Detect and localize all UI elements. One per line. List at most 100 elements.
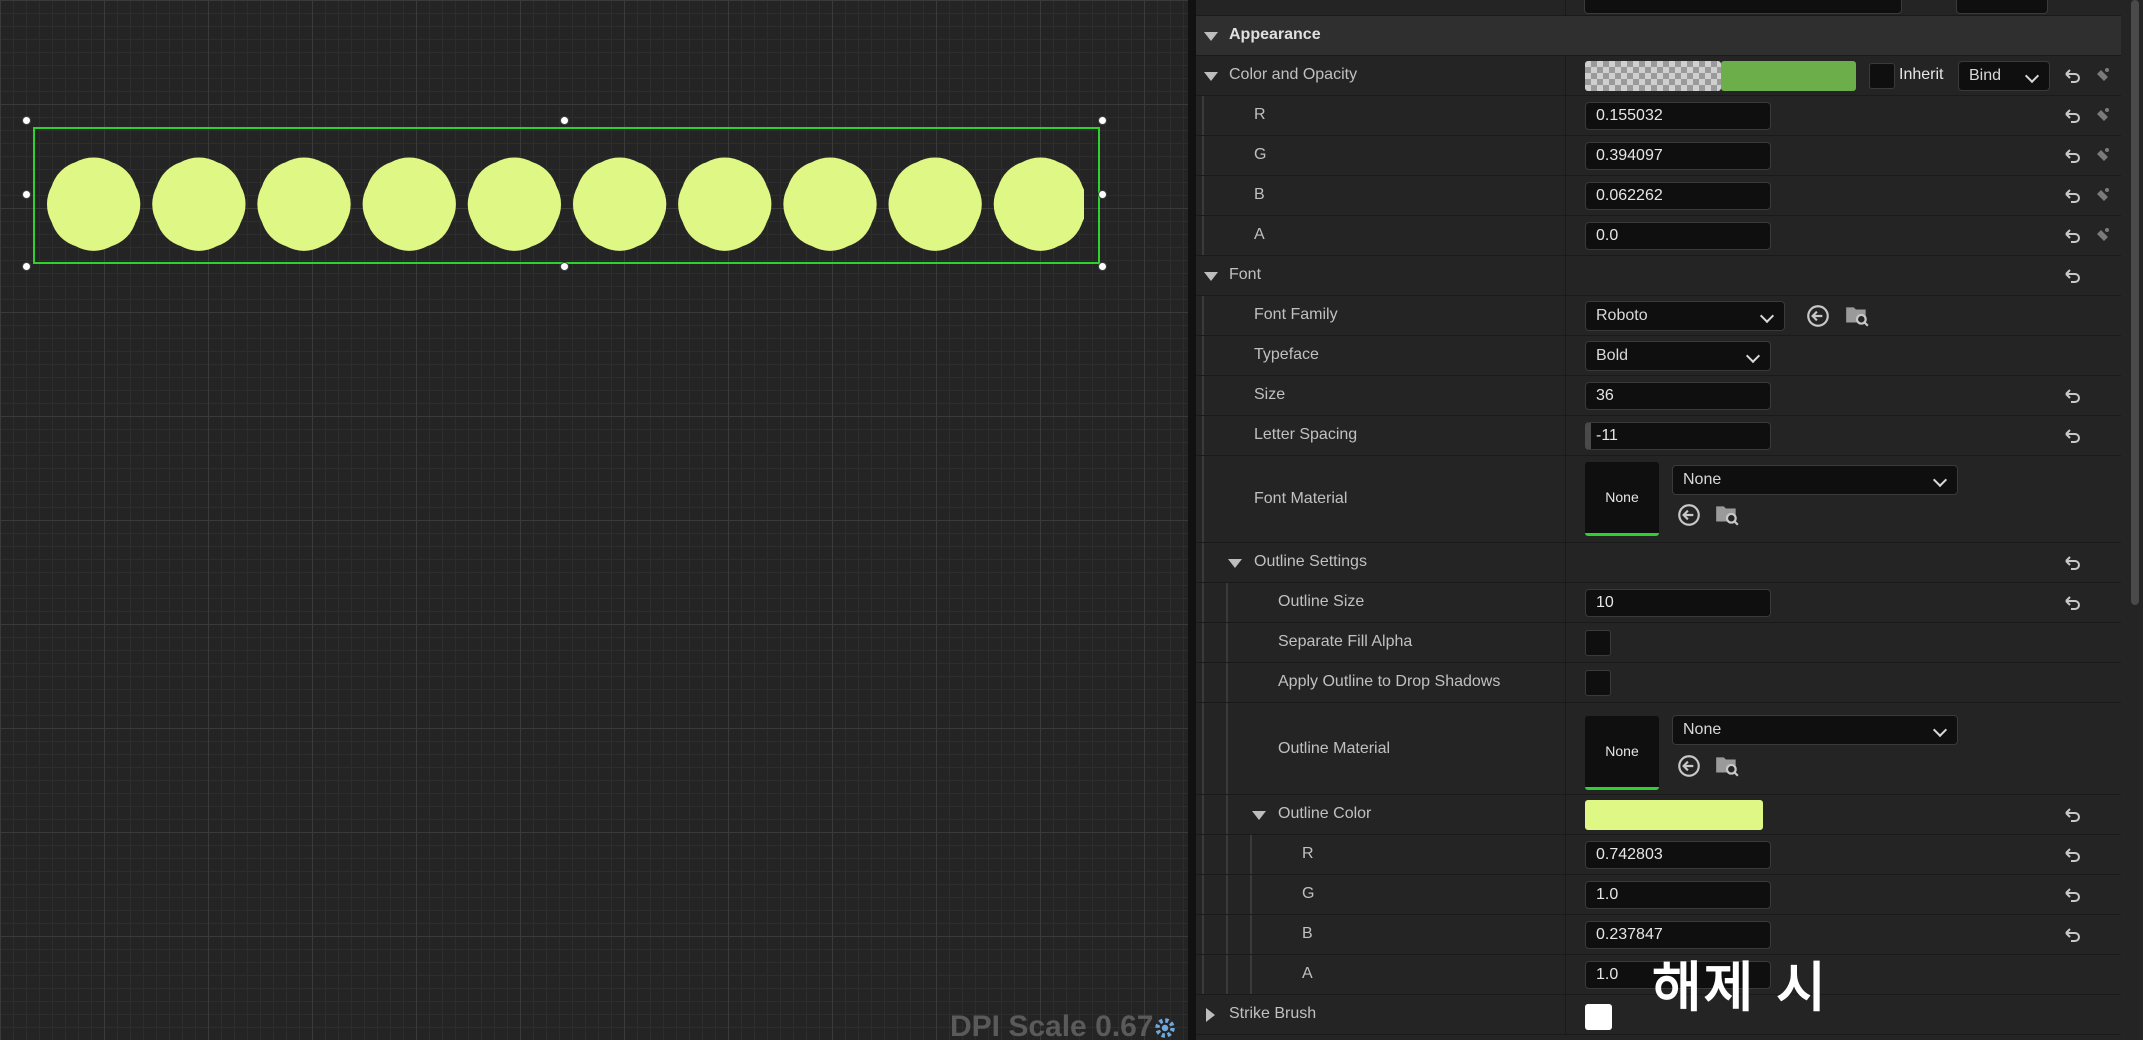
bind-dropdown[interactable]: Bind — [1958, 61, 2050, 91]
material-thumbnail[interactable]: None — [1585, 462, 1659, 536]
property-binding-icon[interactable] — [2092, 106, 2112, 126]
property-label: R — [1254, 106, 1266, 123]
designer-viewport[interactable]: ● ● ● ● ● ● ● ● ● ● ● ● DPI Scale 0.67 — [0, 0, 1188, 1040]
reset-to-default-icon[interactable] — [2062, 146, 2082, 166]
reset-to-default-icon[interactable] — [2062, 266, 2082, 286]
resize-handle-top-middle[interactable] — [560, 116, 569, 125]
property-label: Font Material — [1254, 490, 1348, 507]
use-selected-asset-icon[interactable] — [1676, 502, 1702, 528]
apply-outline-drop-shadows-checkbox[interactable] — [1585, 670, 1611, 696]
resize-handle-top-right[interactable] — [1098, 116, 1107, 125]
outline-color-g-field[interactable]: 1.0 — [1585, 881, 1771, 909]
dpi-scale-label: DPI Scale 0.67 — [950, 1010, 1154, 1040]
browse-asset-icon[interactable] — [1714, 502, 1740, 528]
property-binding-icon[interactable] — [2092, 146, 2112, 166]
details-scrollbar[interactable] — [2131, 0, 2139, 605]
chevron-down-icon — [1932, 722, 1948, 738]
separate-fill-alpha-checkbox[interactable] — [1585, 630, 1611, 656]
property-label: A — [1302, 965, 1313, 982]
collapse-arrow-icon[interactable] — [1204, 32, 1218, 41]
typeface-dropdown[interactable]: Bold — [1585, 341, 1771, 371]
use-selected-asset-icon[interactable] — [1805, 303, 1831, 329]
color-swatch[interactable] — [1721, 61, 1856, 91]
property-label: Apply Outline to Drop Shadows — [1278, 673, 1501, 690]
property-label: Color and Opacity — [1229, 66, 1358, 83]
reset-to-default-icon[interactable] — [2062, 925, 2082, 945]
property-letter-spacing: Letter Spacing -11 — [1196, 416, 2121, 456]
property-label: Letter Spacing — [1254, 426, 1358, 443]
category-label: Appearance — [1229, 26, 1321, 43]
property-binding-icon[interactable] — [2092, 66, 2112, 86]
reset-to-default-icon[interactable] — [2062, 845, 2082, 865]
clipped-field[interactable] — [1584, 0, 1902, 14]
subtitle-overlay: 해제 시 — [1652, 956, 1828, 1019]
inherit-checkbox[interactable] — [1869, 63, 1895, 89]
color-r-field[interactable]: 0.155032 — [1585, 102, 1771, 130]
property-binding-icon[interactable] — [2092, 226, 2112, 246]
property-outline-color-g: G 1.0 — [1196, 875, 2121, 915]
material-thumbnail[interactable]: None — [1585, 716, 1659, 790]
collapse-arrow-icon[interactable] — [1252, 811, 1266, 820]
property-label: B — [1254, 186, 1265, 203]
color-g-field[interactable]: 0.394097 — [1585, 142, 1771, 170]
color-b-field[interactable]: 0.062262 — [1585, 182, 1771, 210]
clipped-field-2[interactable] — [1956, 0, 2048, 14]
property-label: Font Family — [1254, 306, 1338, 323]
chevron-down-icon — [1745, 348, 1761, 364]
collapse-arrow-icon[interactable] — [1228, 559, 1242, 568]
property-apply-outline-drop-shadows: Apply Outline to Drop Shadows — [1196, 663, 2121, 703]
font-material-dropdown[interactable]: None — [1672, 465, 1958, 495]
outline-color-swatch[interactable] — [1585, 800, 1763, 830]
collapse-arrow-icon[interactable] — [1204, 272, 1218, 281]
reset-to-default-icon[interactable] — [2062, 66, 2082, 86]
gear-icon[interactable] — [1152, 1015, 1178, 1040]
letter-spacing-field[interactable]: -11 — [1585, 422, 1771, 450]
strike-brush-swatch[interactable] — [1585, 1004, 1612, 1030]
resize-handle-middle-left[interactable] — [22, 190, 31, 199]
use-selected-asset-icon[interactable] — [1676, 753, 1702, 779]
reset-to-default-icon[interactable] — [2062, 553, 2082, 573]
property-label: Outline Settings — [1254, 553, 1367, 570]
resize-handle-middle-right[interactable] — [1098, 190, 1107, 199]
property-label: Typeface — [1254, 346, 1319, 363]
resize-handle-bottom-right[interactable] — [1098, 262, 1107, 271]
font-size-field[interactable]: 36 — [1585, 382, 1771, 410]
inherit-label: Inherit — [1899, 66, 1944, 83]
font-material-value: None — [1683, 471, 1722, 488]
outline-color-r-field[interactable]: 0.742803 — [1585, 841, 1771, 869]
property-label: A — [1254, 226, 1265, 243]
property-label: Outline Material — [1278, 740, 1391, 757]
reset-to-default-icon[interactable] — [2062, 106, 2082, 126]
resize-handle-top-left[interactable] — [22, 116, 31, 125]
property-outline-material: Outline Material None None — [1196, 703, 2121, 795]
bind-label: Bind — [1969, 67, 2002, 84]
outline-material-value: None — [1683, 721, 1722, 738]
reset-to-default-icon[interactable] — [2062, 386, 2082, 406]
collapse-arrow-icon[interactable] — [1204, 72, 1218, 81]
property-binding-icon[interactable] — [2092, 186, 2112, 206]
browse-asset-icon[interactable] — [1844, 303, 1870, 329]
details-panel: Appearance Color and Opacity Inherit Bin… — [1196, 0, 2143, 1040]
category-appearance[interactable]: Appearance — [1196, 16, 2121, 56]
reset-to-default-icon[interactable] — [2062, 885, 2082, 905]
reset-to-default-icon[interactable] — [2062, 805, 2082, 825]
property-label: Font — [1229, 266, 1262, 283]
property-font-material: Font Material None None — [1196, 456, 2121, 543]
property-label: Separate Fill Alpha — [1278, 633, 1413, 650]
color-swatch-alpha[interactable] — [1585, 61, 1721, 91]
browse-asset-icon[interactable] — [1714, 753, 1740, 779]
font-family-dropdown[interactable]: Roboto — [1585, 301, 1785, 331]
outline-size-field[interactable]: 10 — [1585, 589, 1771, 617]
panel-splitter[interactable] — [1188, 0, 1196, 1040]
reset-to-default-icon[interactable] — [2062, 593, 2082, 613]
reset-to-default-icon[interactable] — [2062, 186, 2082, 206]
property-label: G — [1254, 146, 1267, 163]
property-label: Strike Brush — [1229, 1005, 1317, 1022]
outline-material-dropdown[interactable]: None — [1672, 715, 1958, 745]
color-a-field[interactable]: 0.0 — [1585, 222, 1771, 250]
resize-handle-bottom-left[interactable] — [22, 262, 31, 271]
reset-to-default-icon[interactable] — [2062, 426, 2082, 446]
expand-arrow-icon[interactable] — [1206, 1008, 1215, 1022]
resize-handle-bottom-middle[interactable] — [560, 262, 569, 271]
reset-to-default-icon[interactable] — [2062, 226, 2082, 246]
